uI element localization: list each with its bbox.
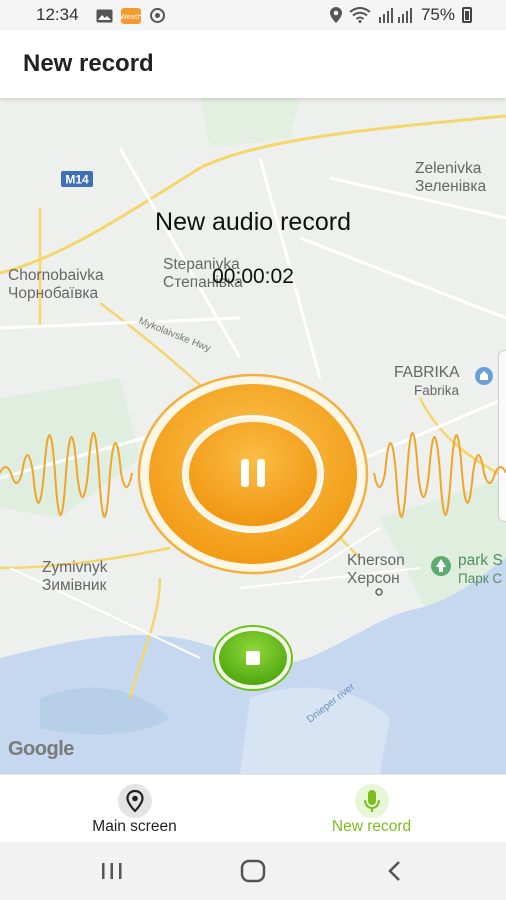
google-attribution: Google xyxy=(8,738,74,760)
stop-icon xyxy=(246,651,260,665)
battery-percent: 75% xyxy=(420,5,455,24)
pause-button[interactable] xyxy=(182,418,324,528)
sync-icon xyxy=(150,8,165,23)
bottom-navigation: Main screen New record xyxy=(0,774,506,843)
page-title: New record xyxy=(23,50,154,77)
road-shield: M14 xyxy=(65,173,89,187)
svg-text:Weath: Weath xyxy=(121,13,141,21)
map-place-zelenivka: Zelenivka Зеленівка xyxy=(415,160,487,195)
back-button[interactable] xyxy=(375,856,415,886)
nav-main-screen[interactable]: Main screen xyxy=(8,775,261,843)
stop-button[interactable] xyxy=(214,626,292,690)
map-place-park: park S Парк С xyxy=(458,552,503,586)
nav-new-record-label: New record xyxy=(331,818,412,835)
park-icon xyxy=(431,556,451,576)
battery-icon xyxy=(462,7,472,23)
nav-new-record[interactable]: New record xyxy=(245,775,498,843)
back-icon xyxy=(388,861,400,881)
recents-icon xyxy=(102,863,122,879)
mic-icon xyxy=(354,784,389,818)
signal-icon xyxy=(378,8,412,23)
status-time: 12:34 xyxy=(36,5,79,24)
map-place-fabrika: FABRIKA Fabrika xyxy=(394,364,460,398)
status-bar: 12:34 Weath 75% xyxy=(0,0,506,30)
recents-button[interactable] xyxy=(92,856,132,886)
weather-icon: Weath xyxy=(121,7,141,24)
nav-main-screen-label: Main screen xyxy=(92,818,177,835)
home-button[interactable] xyxy=(233,856,273,886)
wifi-icon xyxy=(349,7,371,23)
app-bar: New record xyxy=(0,30,506,98)
pause-icon xyxy=(241,459,265,487)
map-view[interactable]: M14 Mykolaivske Hwy Dnieper river Zeleni… xyxy=(0,98,506,774)
system-navigation-bar xyxy=(0,842,506,900)
image-icon xyxy=(96,9,113,22)
home-icon xyxy=(240,859,266,883)
recording-heading: New audio record xyxy=(155,208,351,236)
map-place-zymivnyk: Zymivnyk Зимівник xyxy=(42,559,108,594)
recording-timer: 00:00:02 xyxy=(212,265,294,288)
place-marker-icon xyxy=(117,784,152,818)
location-icon xyxy=(329,7,342,23)
place-icon xyxy=(475,367,493,385)
